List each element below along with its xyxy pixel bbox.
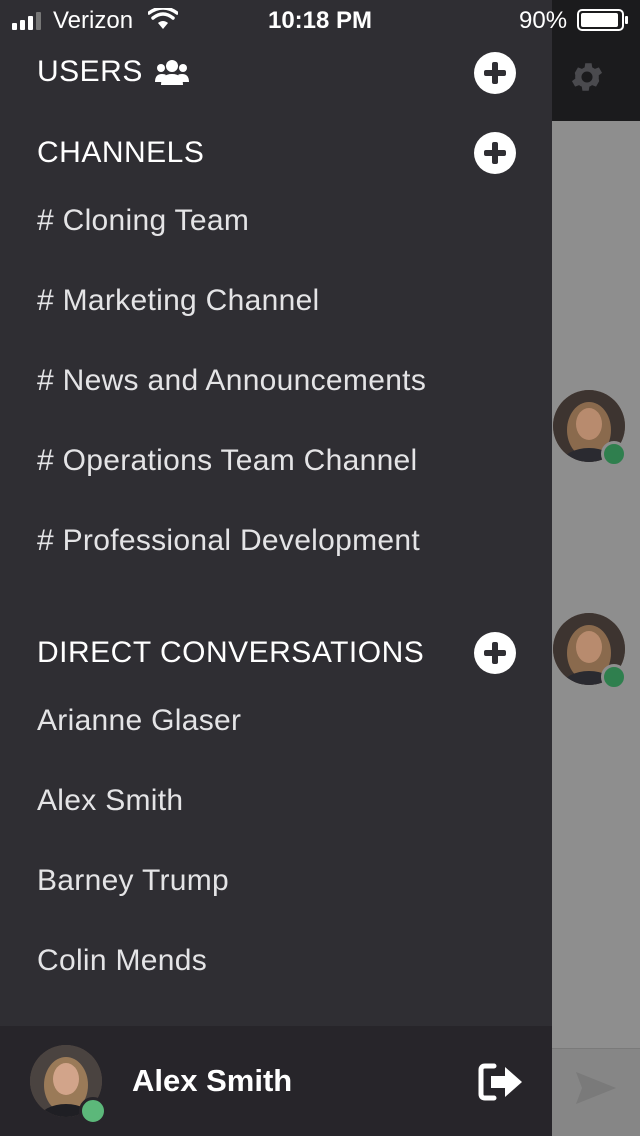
send-icon[interactable]	[574, 1070, 618, 1106]
battery-icon	[577, 9, 628, 31]
users-label: USERS	[37, 55, 143, 88]
online-status-dot	[601, 441, 627, 467]
battery-percent: 90%	[519, 7, 568, 34]
channel-item[interactable]: # News and Announcements	[37, 351, 517, 411]
conversation-item[interactable]: Arianne Glaser	[37, 691, 517, 751]
current-user-footer: Alex Smith	[0, 1026, 552, 1136]
channels-section-header: CHANNELS	[37, 123, 204, 183]
status-bar: Verizon 10:18 PM 90%	[0, 0, 640, 40]
gear-icon[interactable]	[568, 58, 606, 96]
navigation-drawer: USERS CHANNELS # Cloning Team # Marketin…	[0, 0, 552, 1136]
current-user-name: Alex Smith	[132, 1063, 293, 1098]
online-status-dot	[79, 1097, 107, 1125]
conversation-item[interactable]: Barney Trump	[37, 851, 517, 911]
users-section-header[interactable]: USERS	[37, 42, 189, 102]
channels-label: CHANNELS	[37, 136, 205, 169]
channel-item[interactable]: # Cloning Team	[37, 191, 517, 251]
add-user-button[interactable]	[474, 52, 516, 94]
sign-out-icon[interactable]	[478, 1063, 524, 1101]
channel-item[interactable]: # Operations Team Channel	[37, 431, 517, 491]
channel-item[interactable]: # Marketing Channel	[37, 271, 517, 331]
add-channel-button[interactable]	[474, 132, 516, 174]
conversation-item[interactable]: Colin Mends	[37, 931, 517, 991]
direct-conversations-section-header: DIRECT CONVERSATIONS	[37, 623, 424, 683]
online-status-dot	[601, 664, 627, 690]
channel-item[interactable]: # Professional Development	[37, 511, 517, 571]
users-icon	[154, 60, 189, 85]
conversation-item[interactable]: Alex Smith	[37, 771, 517, 831]
direct-conversations-label: DIRECT CONVERSATIONS	[37, 636, 425, 669]
add-conversation-button[interactable]	[474, 632, 516, 674]
